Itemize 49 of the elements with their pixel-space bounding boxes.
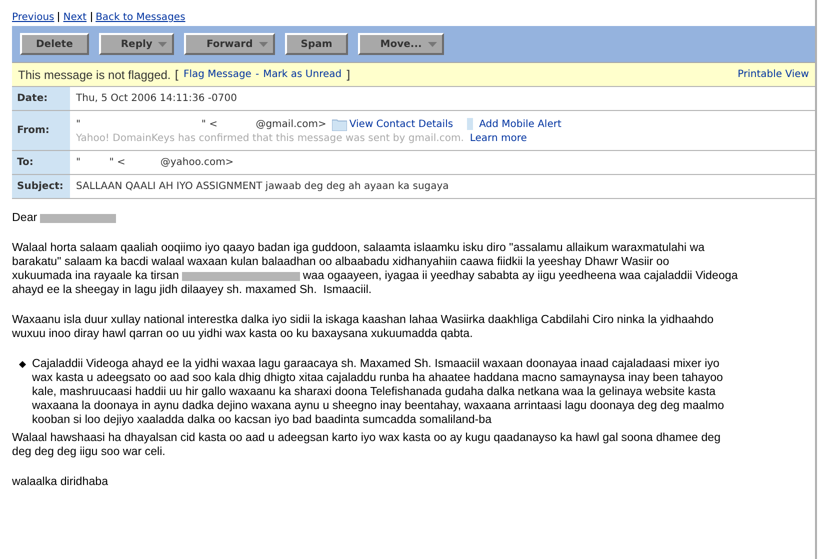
toolbar-button[interactable]: Delete xyxy=(20,33,89,55)
nav-link[interactable]: Back to Messages xyxy=(96,12,186,22)
header-label: Subject: xyxy=(12,175,70,198)
dropdown-button[interactable]: Reply xyxy=(98,33,174,55)
dropdown-button[interactable]: Move... xyxy=(358,33,444,55)
bracket: ] xyxy=(346,68,350,82)
message-text: kale, mashruucaasi haddii uu hir gallo waxaanu ka sharaxi doona Telefishanada gudaha dalka netkana waa la gelinaya website kasta xyxy=(32,385,716,399)
separator: - xyxy=(255,69,260,80)
dropdown-button[interactable]: Forward xyxy=(184,33,275,55)
toolbar-button[interactable]: Spam xyxy=(284,33,348,55)
message-text: Walaal horta salaam qaaliah ooqiimo iyo qaayo badan iga guddoon, salaamta islaamku isku diro "assalamu allaikum waraxmatulahi wa xyxy=(12,241,705,255)
domainkeys-note: Yahoo! DomainKeys has confirmed that this message was sent by gmail.com. xyxy=(76,132,464,144)
message-text: wuxuu inoo diray hawl qarran oo uu yidhi wax kasta oo ku baxaysana xukuumadda qabta. xyxy=(12,327,473,341)
sender-value: " " < @gmail.com> xyxy=(76,118,326,130)
message-text: waxaana la doonaya in aynu dadka dejino waxana aynu u sheegno inay beentahay, waxaana arrintaasi lagu doonaya deg deg maalmo xyxy=(32,399,724,413)
date-value: Thu, 5 Oct 2006 14:11:36 -0700 xyxy=(76,93,238,104)
printable-view-link[interactable]: Printable View xyxy=(738,69,809,80)
caret-icon xyxy=(158,42,168,46)
subject-value: SALLAAN QAALI AH IYO ASSIGNMENT jawaab deg deg ah ayaan ka sugaya xyxy=(76,181,450,192)
flag-link[interactable]: Flag Message xyxy=(183,69,252,80)
message-text: xukuumada ina rayaale ka tirsan xyxy=(12,269,179,283)
message-text: deg deg deg iigu soo war celi. xyxy=(12,445,166,459)
header-label: Date: xyxy=(12,87,70,110)
message-text: ahayd ee la sheegay in lagu jidh dilaayey sh. maxamed Sh. Ismaaciil. xyxy=(12,283,372,297)
header-label: From: xyxy=(12,111,70,150)
flag-link[interactable]: Mark as Unread xyxy=(263,69,342,80)
nav-link[interactable]: Previous xyxy=(12,12,54,22)
caret-icon xyxy=(428,42,437,46)
phone-icon xyxy=(467,118,474,130)
mobile-alert-link[interactable]: Add Mobile Alert xyxy=(479,118,562,130)
message-text: wax kasta u adeegsato oo aad soo kala dhig dhigto xitaa cajaladdu runba ha ahaatee haddana macno samaynaysa inay been tahayoo xyxy=(32,371,723,385)
message-text: Walaal hawshaasi ha dhayalsan cid kasta oo aad u adeegsan karto iyo wax kasta oo ay kugu qaadanayso ka hawl gal soona dhamee deg xyxy=(12,431,721,445)
folder-icon xyxy=(332,118,348,130)
message-text: waa ogaayeen, iyagaa ii yeedhay sababta ay iigu yeedheena waa cajaladdii Videoga xyxy=(302,269,738,283)
bracket: [ xyxy=(174,68,180,82)
message-text: Cajaladdii Videoga ahayd ee la yidhi waxaa lagu garaacaya sh. Maxamed Sh. Ismaaciil waxaan doonayaa inaad cajaladaasi mixer iyo xyxy=(32,357,720,371)
bullet-icon xyxy=(18,360,26,368)
message-text: Dear xyxy=(12,211,38,225)
message-text: walaalka diridhaba xyxy=(12,475,108,489)
message-text: Waxaanu isla duur xullay national interestka dalka iyo sidii la iskaga kaashan lahaa Wasiirka daakhliga Cabdilahi Ciro ninka la yidhaahdo xyxy=(12,313,714,327)
learn-more-link[interactable]: Learn more xyxy=(470,132,527,144)
flag-status: This message is not flagged. xyxy=(18,68,171,82)
caret-icon xyxy=(258,42,268,46)
contact-link[interactable]: View Contact Details xyxy=(349,118,454,130)
message-text: kooban si loo dejiyo xaaladda dalka oo kacsan iyo bad baadinta sumcadda somaliland-ba xyxy=(32,413,492,427)
message-text: barakatu" salaam ka bacdi walaal waxaan kulan balaadhan oo albaabadu xidhanyahiin caawa fiidkii la yeeshay Dhawr Wasiir oo xyxy=(12,255,670,269)
recipient-value: " " < @yahoo.com> xyxy=(76,157,235,168)
nav-link[interactable]: Next xyxy=(63,12,87,22)
header-label: To: xyxy=(12,151,70,174)
